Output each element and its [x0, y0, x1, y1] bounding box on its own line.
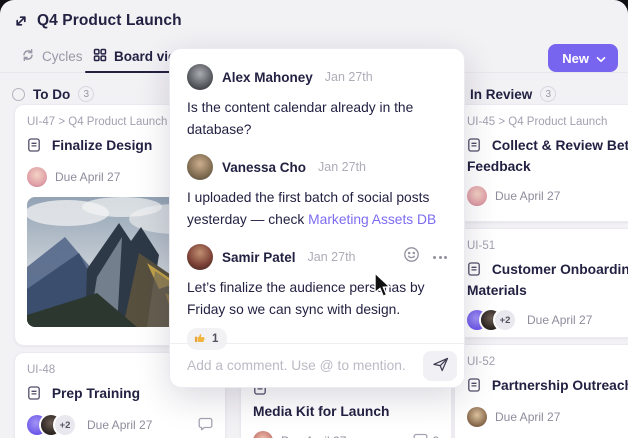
- cycle-arrows-icon: [21, 48, 35, 65]
- comment-author: Samir Patel: [222, 250, 296, 265]
- comment-date: Jan 27th: [318, 160, 366, 174]
- document-icon: [467, 380, 485, 395]
- comments-popup: Alex Mahoney Jan 27th Is the content cal…: [169, 48, 465, 388]
- assignee-avatar-stack: +2: [467, 310, 515, 330]
- todo-status-icon: [12, 88, 25, 101]
- mouse-cursor: [373, 272, 393, 305]
- comment-header: Alex Mahoney Jan 27th: [187, 64, 447, 90]
- comment-count[interactable]: 2: [413, 433, 439, 438]
- due-date: Due April 27: [495, 410, 560, 424]
- comment-bubble-icon[interactable]: [198, 417, 213, 434]
- column-in-review-header: In Review 3: [470, 86, 556, 102]
- due-date: Due April 27: [495, 189, 560, 203]
- due-row: +2 Due April 27: [27, 415, 213, 435]
- card-title-row: Customer Onboarding Materials: [467, 260, 628, 300]
- comment-bubble-icon: [413, 433, 428, 438]
- card-partnership-outreach[interactable]: UI-52 Partnership Outreach Em Due April …: [454, 344, 628, 438]
- assignee-avatar: [27, 167, 47, 187]
- assignee-avatar: [253, 431, 273, 438]
- tab-cycles[interactable]: Cycles: [21, 40, 83, 72]
- assignee-avatar: [467, 186, 487, 206]
- comment-text: Is the content calendar already in the d…: [187, 97, 447, 141]
- card-id: UI-52: [467, 356, 628, 368]
- comment-input[interactable]: [187, 358, 423, 373]
- more-options-icon[interactable]: [433, 256, 447, 259]
- card-title-row: Partnership Outreach Em: [467, 376, 628, 397]
- card-title: Finalize Design: [52, 138, 152, 153]
- marketing-assets-db-link[interactable]: Marketing Assets DB: [308, 212, 436, 227]
- comment-text: I uploaded the first batch of social pos…: [187, 187, 447, 231]
- chevron-down-icon: [596, 51, 606, 66]
- comment-count-value: 2: [432, 434, 439, 438]
- due-row: +2 Due April 27: [467, 310, 628, 330]
- comment-actions: [403, 246, 447, 268]
- card-title: Prep Training: [52, 386, 140, 401]
- document-icon: [27, 388, 45, 403]
- avatar-samir-patel: [187, 244, 213, 270]
- grid-icon: [93, 48, 107, 65]
- page-header: Q4 Product Launch: [14, 12, 182, 30]
- column-title: To Do: [33, 87, 70, 102]
- due-date: Due April 27: [281, 434, 346, 438]
- avatar-vanessa-cho: [187, 154, 213, 180]
- column-count-badge: 3: [78, 86, 94, 102]
- card-title: Collect & Review Beta Feedback: [467, 138, 628, 174]
- send-button[interactable]: [423, 351, 457, 381]
- document-icon: [467, 264, 485, 279]
- extra-assignees-badge: +2: [55, 415, 75, 435]
- new-button-label: New: [562, 51, 589, 66]
- column-count-badge: 3: [540, 86, 556, 102]
- card-title: Partnership Outreach Em: [492, 378, 628, 393]
- due-row: Due April 27: [467, 186, 628, 206]
- new-button[interactable]: New: [548, 44, 618, 72]
- due-row: Due April 27: [467, 407, 628, 427]
- column-title: In Review: [470, 87, 532, 102]
- comment-date: Jan 27th: [308, 250, 356, 264]
- column-todo-header: To Do 3: [12, 86, 94, 102]
- emoji-smiley-icon[interactable]: [403, 246, 420, 268]
- extra-assignees-badge: +2: [495, 310, 515, 330]
- tab-label: Cycles: [42, 49, 83, 64]
- comment-date: Jan 27th: [325, 70, 373, 84]
- due-date: Due April 27: [87, 418, 152, 432]
- app-window: Q4 Product Launch Cycles Board view New: [0, 0, 628, 438]
- comment-author: Vanessa Cho: [222, 160, 306, 175]
- avatar-alex-mahoney: [187, 64, 213, 90]
- card-customer-onboarding[interactable]: UI-51 Customer Onboarding Materials +2 D…: [454, 228, 628, 338]
- breadcrumb-separator: >: [498, 116, 505, 128]
- card-id: UI-51: [467, 240, 628, 252]
- comment-author: Alex Mahoney: [222, 70, 313, 85]
- send-paper-plane-icon: [431, 356, 450, 376]
- breadcrumb[interactable]: UI-45 > Q4 Product Launch: [467, 116, 628, 128]
- card-title-row: Collect & Review Beta Feedback: [467, 136, 628, 176]
- card-title: Customer Onboarding Materials: [467, 262, 628, 298]
- page-title: Q4 Product Launch: [37, 12, 182, 30]
- due-date: Due April 27: [55, 170, 120, 184]
- expand-diagonal-icon[interactable]: [14, 14, 28, 28]
- card-collect-review-beta[interactable]: UI-45 > Q4 Product Launch Collect & Revi…: [454, 104, 628, 222]
- comment-header: Vanessa Cho Jan 27th: [187, 154, 447, 180]
- comment-composer: [170, 343, 464, 387]
- breadcrumb-separator: >: [58, 116, 65, 128]
- due-row: Due April 27 2: [253, 431, 439, 438]
- due-date: Due April 27: [527, 313, 592, 327]
- card-title: Media Kit for Launch: [253, 402, 439, 421]
- assignee-avatar-stack: +2: [27, 415, 75, 435]
- comment-header: Samir Patel Jan 27th: [187, 244, 447, 270]
- document-icon: [27, 140, 45, 155]
- column-in-review: In Review 3 UI-45 > Q4 Product Launch Co…: [448, 84, 628, 438]
- comment-text: Let’s finalize the audience personas by …: [187, 277, 447, 321]
- document-icon: [467, 140, 485, 155]
- assignee-avatar: [467, 407, 487, 427]
